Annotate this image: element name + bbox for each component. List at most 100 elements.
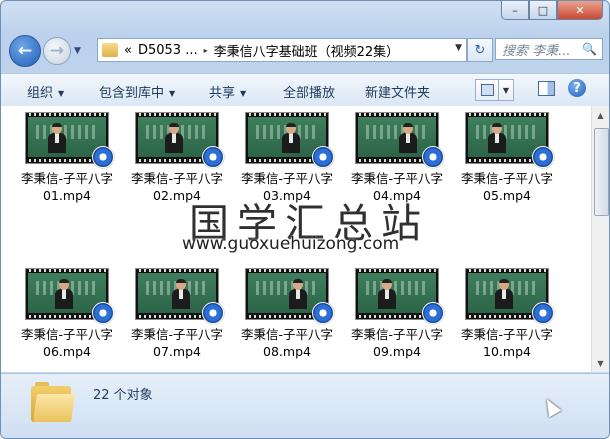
lecturer-image <box>289 279 307 309</box>
scrollbar-thumb[interactable] <box>594 128 609 216</box>
file-name: 李秉信-子平八字 10.mp4 <box>455 326 559 360</box>
file-name-line1: 李秉信-子平八字 <box>20 327 113 342</box>
new-folder-button[interactable]: 新建文件夹 <box>365 82 430 101</box>
lecturer-image <box>488 123 506 153</box>
video-thumbnail <box>245 268 334 324</box>
media-player-icon <box>532 302 554 324</box>
command-bar: 组织 ▼ 包含到库中 ▼ 共享 ▼ 全部播放 新建文件夹 ▼ ? <box>1 73 609 107</box>
lecturer-image <box>165 123 183 153</box>
search-icon: 🔍 <box>582 42 597 56</box>
video-thumbnail <box>355 268 444 324</box>
breadcrumb-overflow[interactable]: « <box>124 43 132 58</box>
file-item[interactable]: 李秉信-子平八字 06.mp4 <box>15 268 119 360</box>
search-placeholder: 搜索 李秉... <box>502 43 571 59</box>
video-thumbnail <box>135 268 224 324</box>
file-name-line1: 李秉信-子平八字 <box>240 171 333 186</box>
chevron-down-icon: ▼ <box>58 89 65 98</box>
file-name-line1: 李秉信-子平八字 <box>460 327 553 342</box>
chevron-down-icon: ▼ <box>240 89 247 98</box>
file-item[interactable]: 李秉信-子平八字 05.mp4 <box>455 112 559 204</box>
include-library-label: 包含到库中 <box>99 86 165 101</box>
media-player-icon <box>422 146 444 168</box>
file-name-line2: 10.mp4 <box>483 344 531 359</box>
watermark-url: www.guoxuehuizong.com <box>182 234 400 254</box>
organize-menu[interactable]: 组织 ▼ <box>27 82 64 101</box>
video-thumbnail <box>25 268 114 324</box>
play-all-button[interactable]: 全部播放 <box>283 82 335 101</box>
address-bar[interactable]: « D5053 ... ▸ 李秉信八字基础班（视频22集） ▼ <box>97 38 467 62</box>
scroll-down-button[interactable]: ▼ <box>593 355 608 371</box>
file-name-line2: 01.mp4 <box>43 188 91 203</box>
item-count: 22 个对象 <box>93 388 153 403</box>
organize-label: 组织 <box>27 86 54 101</box>
file-name-line1: 李秉信-子平八字 <box>240 327 333 342</box>
change-view-button[interactable] <box>475 79 499 101</box>
folder-icon <box>31 382 75 424</box>
breadcrumb-separator[interactable]: ▸ <box>204 46 208 55</box>
view-icon <box>481 84 494 96</box>
file-name-line1: 李秉信-子平八字 <box>350 171 443 186</box>
share-label: 共享 <box>209 86 236 101</box>
file-item[interactable]: 李秉信-子平八字 09.mp4 <box>345 268 449 360</box>
view-options-dropdown[interactable]: ▼ <box>498 79 514 101</box>
close-icon: ✕ <box>575 3 585 17</box>
vertical-scrollbar[interactable]: ▲ ▼ <box>591 106 609 372</box>
help-button[interactable]: ? <box>568 79 586 97</box>
file-name-line1: 李秉信-子平八字 <box>460 171 553 186</box>
media-player-icon <box>532 146 554 168</box>
maximize-button[interactable]: □ <box>529 1 557 20</box>
video-thumbnail <box>465 112 554 168</box>
back-button[interactable]: ← <box>9 35 41 67</box>
media-player-icon <box>312 302 334 324</box>
file-name: 李秉信-子平八字 08.mp4 <box>235 326 339 360</box>
explorer-window: – □ ✕ ← → ▼ « D5053 ... ▸ 李秉信八字基础班（视频22集… <box>0 0 610 439</box>
media-player-icon <box>202 146 224 168</box>
file-item[interactable]: 李秉信-子平八字 10.mp4 <box>455 268 559 360</box>
file-item[interactable]: 李秉信-子平八字 08.mp4 <box>235 268 339 360</box>
lecturer-image <box>378 279 396 309</box>
media-player-icon <box>92 146 114 168</box>
minimize-icon: – <box>512 3 518 17</box>
close-button[interactable]: ✕ <box>557 1 603 20</box>
file-name-line1: 李秉信-子平八字 <box>20 171 113 186</box>
file-name-line1: 李秉信-子平八字 <box>130 327 223 342</box>
file-name: 李秉信-子平八字 05.mp4 <box>455 170 559 204</box>
refresh-button[interactable]: ↻ <box>467 38 493 62</box>
back-arrow-icon: ← <box>17 41 33 61</box>
chevron-down-icon: ▼ <box>169 89 176 98</box>
mouse-pointer-icon <box>540 395 562 418</box>
navigation-buttons: ← → ▼ <box>9 35 81 67</box>
file-name-line2: 08.mp4 <box>263 344 311 359</box>
maximize-icon: □ <box>537 3 549 17</box>
forward-arrow-icon: → <box>49 41 65 61</box>
details-pane: 22 个对象 <box>1 373 609 438</box>
search-input[interactable]: 搜索 李秉... 🔍 <box>495 38 603 60</box>
share-menu[interactable]: 共享 ▼ <box>209 82 246 101</box>
file-item[interactable]: 李秉信-子平八字 07.mp4 <box>125 268 229 360</box>
file-name: 李秉信-子平八字 06.mp4 <box>15 326 119 360</box>
minimize-button[interactable]: – <box>501 1 529 20</box>
address-dropdown[interactable]: ▼ <box>455 43 462 53</box>
forward-button[interactable]: → <box>43 37 71 65</box>
video-thumbnail <box>355 112 444 168</box>
refresh-icon: ↻ <box>474 42 486 58</box>
help-icon: ? <box>573 80 581 96</box>
scroll-up-button[interactable]: ▲ <box>593 107 608 123</box>
video-thumbnail <box>25 112 114 168</box>
file-name-line2: 06.mp4 <box>43 344 91 359</box>
media-player-icon <box>312 146 334 168</box>
file-name: 李秉信-子平八字 01.mp4 <box>15 170 119 204</box>
lecturer-image <box>282 123 300 153</box>
recent-pages-dropdown[interactable]: ▼ <box>74 46 81 56</box>
breadcrumb-current[interactable]: 李秉信八字基础班（视频22集） <box>214 41 400 60</box>
lecturer-image <box>495 279 513 309</box>
video-thumbnail <box>465 268 554 324</box>
media-player-icon <box>202 302 224 324</box>
include-in-library-menu[interactable]: 包含到库中 ▼ <box>99 82 175 101</box>
preview-pane-icon[interactable] <box>538 81 555 96</box>
file-name: 李秉信-子平八字 09.mp4 <box>345 326 449 360</box>
window-controls: – □ ✕ <box>501 1 603 20</box>
file-name-line1: 李秉信-子平八字 <box>130 171 223 186</box>
file-item[interactable]: 李秉信-子平八字 01.mp4 <box>15 112 119 204</box>
breadcrumb-parent[interactable]: D5053 ... <box>138 43 198 58</box>
